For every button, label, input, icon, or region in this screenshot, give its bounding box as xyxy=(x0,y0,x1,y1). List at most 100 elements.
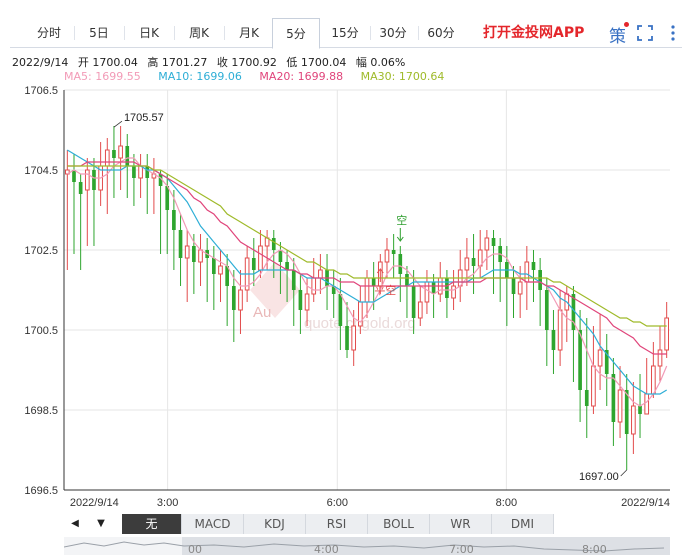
candle-body-down xyxy=(511,278,516,294)
candle-body-down xyxy=(112,150,116,158)
candle-body-up xyxy=(617,389,623,423)
candle-body-down xyxy=(172,210,176,230)
indicator-wr[interactable]: WR xyxy=(430,514,492,534)
candle-body-up xyxy=(238,289,243,311)
candle-body-down xyxy=(298,290,303,310)
y-tick-label: 1704.5 xyxy=(24,165,58,177)
candle-body-up xyxy=(591,365,596,407)
candle-body-down xyxy=(345,326,349,350)
candle-body-down xyxy=(145,166,150,178)
candles xyxy=(64,126,670,470)
candle-body-down xyxy=(291,270,296,290)
candle-body-up xyxy=(184,245,190,259)
candle-body-up xyxy=(384,249,390,263)
candle-body-down xyxy=(165,186,170,210)
candle-body-up xyxy=(644,393,650,415)
candle-body-down xyxy=(391,250,396,254)
candle-body-up xyxy=(464,257,470,271)
x-tick-label: 2022/9/14 xyxy=(621,497,670,509)
candle-body-up xyxy=(218,265,223,275)
candle-body-down xyxy=(192,246,196,262)
candle-body-up xyxy=(104,149,110,167)
candle-body-down xyxy=(231,286,236,310)
y-tick-label: 1696.5 xyxy=(24,485,58,497)
candle-body-down xyxy=(638,406,642,414)
candle-body-up xyxy=(524,261,530,283)
x-tick-label: 6:00 xyxy=(327,497,348,509)
watermark: Au quote.cngold.org xyxy=(250,262,416,332)
candle-body-down xyxy=(624,390,629,434)
x-tick-label: 8:00 xyxy=(496,497,517,509)
candle-body-down xyxy=(405,274,409,286)
candle-body-down xyxy=(92,170,96,190)
candle-body-up xyxy=(451,285,456,299)
y-tick-label: 1698.5 xyxy=(24,405,58,417)
candle-body-up xyxy=(364,277,370,303)
nav-left-button[interactable]: ◀ xyxy=(64,514,86,534)
candle-body-up xyxy=(664,317,670,351)
candle-body-down xyxy=(538,270,542,290)
candlestick-chart[interactable]: Au quote.cngold.org 1706.5 1704.5 1702.5 17… xyxy=(0,0,682,512)
nav-down-button[interactable]: ▼ xyxy=(90,514,112,534)
candle-body-down xyxy=(584,390,589,406)
candle-body-down xyxy=(491,238,496,246)
navigator-svg[interactable]: 00 4:00 7:00 8:00 xyxy=(63,537,670,556)
signal-cover-label: 平空 xyxy=(374,283,396,297)
signal-short-label: 空 xyxy=(396,213,407,227)
candle-body-up xyxy=(417,301,423,319)
candle-body-down xyxy=(132,166,136,178)
candle-body-up xyxy=(424,281,430,303)
candle-body-down xyxy=(278,250,283,262)
x-tick-label: 2022/9/14 xyxy=(70,497,119,509)
candle-body-up xyxy=(597,349,603,367)
candle-body-down xyxy=(125,146,130,166)
moving-averages xyxy=(66,149,668,407)
candle-body-up xyxy=(484,237,490,251)
y-tick-label: 1706.5 xyxy=(24,85,58,97)
annotations: 1705.57 1697.00 空平空 xyxy=(113,112,627,483)
candle-body-down xyxy=(551,330,556,350)
candle-body-down xyxy=(411,286,416,318)
candle-body-up xyxy=(657,349,663,367)
range-navigator[interactable]: 00 4:00 7:00 8:00 xyxy=(63,537,670,556)
candle-body-down xyxy=(471,258,476,266)
indicator-none[interactable]: 无 xyxy=(122,514,182,534)
candle-body-up xyxy=(198,249,203,263)
candle-body-down xyxy=(431,282,436,294)
candle-body-down xyxy=(398,254,403,274)
candle-body-up xyxy=(517,281,523,295)
candle-body-up xyxy=(318,269,323,279)
indicator-macd[interactable]: MACD xyxy=(182,514,244,534)
candle-body-up xyxy=(258,245,263,271)
low-label: 1697.00 xyxy=(579,471,619,483)
candle-body-up xyxy=(118,145,123,159)
candle-body-down xyxy=(78,182,83,194)
candle-body-down xyxy=(611,374,616,422)
candle-body-up xyxy=(84,169,90,191)
candle-body-down xyxy=(544,290,549,330)
y-tick-label: 1700.5 xyxy=(24,325,58,337)
navigator-tick: 7:00 xyxy=(449,543,474,555)
indicator-dmi[interactable]: DMI xyxy=(492,514,554,534)
indicator-boll[interactable]: BOLL xyxy=(368,514,430,534)
candle-body-down xyxy=(178,230,183,258)
candle-body-up xyxy=(304,293,310,311)
navigator-tick: 4:00 xyxy=(314,543,339,555)
high-label: 1705.57 xyxy=(124,112,164,124)
indicator-rsi[interactable]: RSI xyxy=(306,514,368,534)
svg-text:Au: Au xyxy=(253,304,271,321)
candle-body-up xyxy=(311,277,317,295)
candle-body-down xyxy=(72,170,76,182)
candle-body-down xyxy=(271,238,276,250)
y-tick-label: 1702.5 xyxy=(24,245,58,257)
navigator-tick: 00 xyxy=(188,543,202,555)
candle-body-down xyxy=(212,258,216,274)
low-pointer xyxy=(620,469,627,477)
candle-body-up xyxy=(631,405,636,435)
x-tick-label: 3:00 xyxy=(157,497,178,509)
candle-body-down xyxy=(251,258,256,270)
candle-body-down xyxy=(338,294,343,326)
candle-body-up xyxy=(138,165,143,179)
candle-body-down xyxy=(531,262,536,270)
indicator-kdj[interactable]: KDJ xyxy=(244,514,306,534)
